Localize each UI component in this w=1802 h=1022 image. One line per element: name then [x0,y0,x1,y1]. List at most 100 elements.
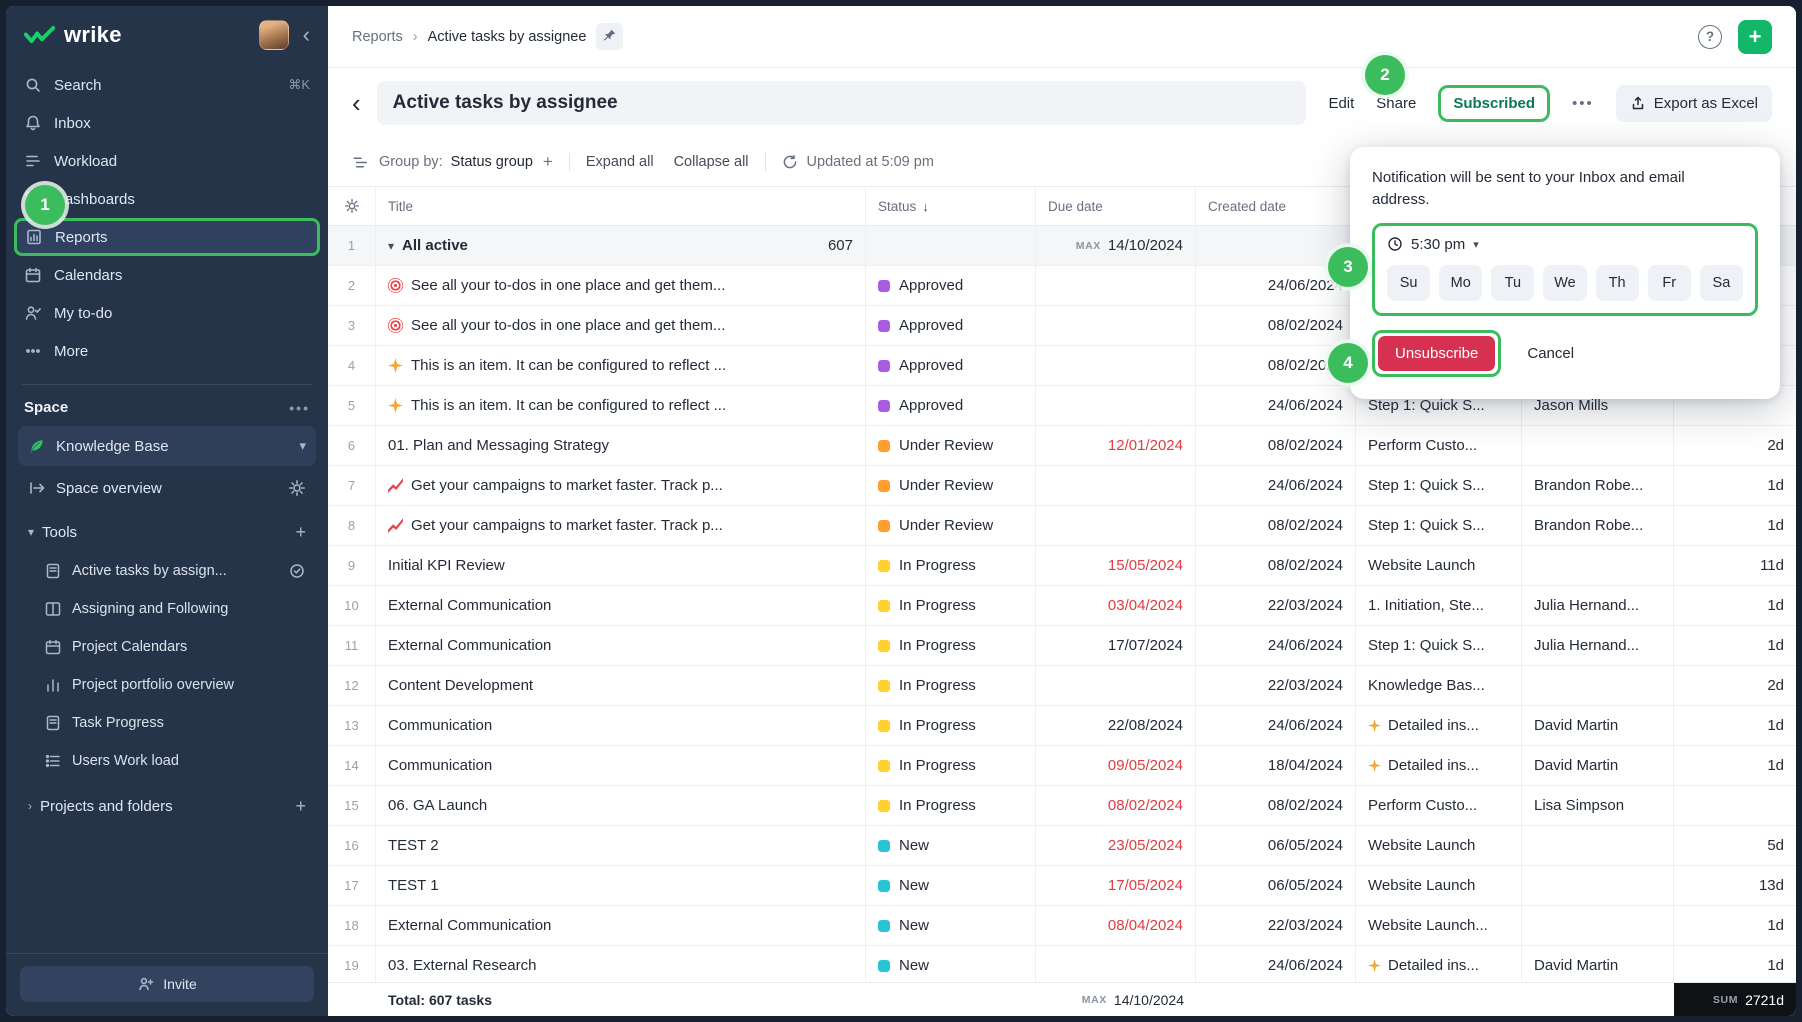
space-more-icon[interactable]: ••• [289,400,310,416]
create-new-button[interactable]: + [1738,20,1772,54]
cell-assignee[interactable]: Julia Hernand... [1522,626,1674,665]
table-row[interactable]: 10 ▾ External Communication In Progress … [328,586,1796,626]
cell-due-date[interactable]: 08/02/2024 [1036,786,1196,825]
table-row[interactable]: 13 ▾ Communication In Progress 22/08/202… [328,706,1796,746]
cell-assignee[interactable] [1522,546,1674,585]
cell-due-date[interactable] [1036,386,1196,425]
tool-item-portfolio-overview[interactable]: Project portfolio overview [18,666,316,704]
table-row[interactable]: 7 ▾ Get your campaigns to market faster.… [328,466,1796,506]
cell-due-date[interactable]: 09/05/2024 [1036,746,1196,785]
tools-section-header[interactable]: ▾ Tools + [18,512,316,552]
cell-due-date[interactable]: 17/05/2024 [1036,866,1196,905]
sidebar-item-inbox[interactable]: Inbox [14,104,320,142]
cell-due-date[interactable]: 15/05/2024 [1036,546,1196,585]
cell-due-date[interactable]: 22/08/2024 [1036,706,1196,745]
cell-due-date[interactable] [1036,266,1196,305]
cell-project[interactable]: Detailed ins... [1356,746,1522,785]
export-excel-button[interactable]: Export as Excel [1616,85,1772,122]
tool-item-active-tasks[interactable]: Active tasks by assign... [18,552,316,590]
cell-status[interactable]: New [866,826,1036,865]
cell-project[interactable]: Website Launch... [1356,906,1522,945]
more-actions-icon[interactable]: ••• [1572,95,1594,112]
column-header-created[interactable]: Created date [1196,187,1356,225]
cell-status[interactable]: Approved [866,266,1036,305]
add-project-icon[interactable]: + [295,796,306,817]
cell-due-date[interactable]: 12/01/2024 [1036,426,1196,465]
day-button-sa[interactable]: Sa [1700,265,1743,301]
table-row[interactable]: 9 ▾ Initial KPI Review In Progress 15/05… [328,546,1796,586]
cell-due-date[interactable] [1036,466,1196,505]
cell-project[interactable]: Step 1: Quick S... [1356,506,1522,545]
day-button-su[interactable]: Su [1387,265,1430,301]
add-tool-icon[interactable]: + [295,522,306,543]
cell-status[interactable]: In Progress [866,706,1036,745]
cell-status[interactable]: Approved [866,346,1036,385]
cell-due-date[interactable]: MAX 14/10/2024 [1036,226,1196,265]
cell-status[interactable]: Approved [866,386,1036,425]
edit-button[interactable]: Edit [1328,95,1354,112]
column-header-due[interactable]: Due date [1036,187,1196,225]
cell-assignee[interactable]: Brandon Robe... [1522,466,1674,505]
report-title-input[interactable]: Active tasks by assignee [377,81,1307,125]
wrike-logo[interactable]: wrike [24,22,122,48]
cell-status[interactable]: New [866,906,1036,945]
cell-project[interactable]: Knowledge Bas... [1356,666,1522,705]
sidebar-item-workload[interactable]: Workload [14,142,320,180]
day-button-we[interactable]: We [1543,265,1586,301]
avatar[interactable] [259,20,289,50]
collapse-all-button[interactable]: Collapse all [674,154,749,170]
cell-project[interactable]: Perform Custo... [1356,786,1522,825]
table-row[interactable]: 11 ▾ External Communication In Progress … [328,626,1796,666]
sidebar-item-my-todo[interactable]: My to-do [14,294,320,332]
cell-due-date[interactable] [1036,506,1196,545]
table-row[interactable]: 17 ▾ TEST 1 New 17/05/2024 06/05/2024 We… [328,866,1796,906]
cell-due-date[interactable]: 03/04/2024 [1036,586,1196,625]
unsubscribe-button[interactable]: Unsubscribe [1378,336,1495,371]
space-settings-gear-icon[interactable] [288,479,306,497]
refresh-icon[interactable] [782,154,798,170]
cell-due-date[interactable]: 23/05/2024 [1036,826,1196,865]
cell-assignee[interactable] [1522,666,1674,705]
cell-due-date[interactable] [1036,666,1196,705]
tool-item-task-progress[interactable]: Task Progress [18,704,316,742]
expand-all-button[interactable]: Expand all [586,154,654,170]
cell-assignee[interactable]: David Martin [1522,946,1674,982]
cell-assignee[interactable]: Brandon Robe... [1522,506,1674,545]
subscribed-button[interactable]: Subscribed [1438,85,1550,122]
chevron-down-icon[interactable]: ▾ [388,239,394,253]
cell-due-date[interactable] [1036,346,1196,385]
cell-assignee[interactable]: David Martin [1522,746,1674,785]
table-row[interactable]: 18 ▾ External Communication New 08/04/20… [328,906,1796,946]
time-selector[interactable]: 5:30 pm ▾ [1387,236,1479,253]
cell-assignee[interactable]: Lisa Simpson [1522,786,1674,825]
cell-project[interactable]: Step 1: Quick S... [1356,626,1522,665]
space-overview-item[interactable]: Space overview [18,468,316,508]
cell-project[interactable]: Website Launch [1356,546,1522,585]
back-icon[interactable]: ‹ [352,90,361,116]
table-row[interactable]: 6 ▾ 01. Plan and Messaging Strategy Unde… [328,426,1796,466]
cell-assignee[interactable] [1522,906,1674,945]
table-row[interactable]: 15 ▾ 06. GA Launch In Progress 08/02/202… [328,786,1796,826]
cell-assignee[interactable]: Julia Hernand... [1522,586,1674,625]
table-row[interactable]: 19 ▾ 03. External Research New 24/06/202… [328,946,1796,982]
cell-status[interactable] [866,226,1036,265]
day-button-th[interactable]: Th [1596,265,1639,301]
cell-due-date[interactable]: 17/07/2024 [1036,626,1196,665]
invite-button[interactable]: Invite [20,966,314,1002]
collapse-sidebar-icon[interactable]: ‹ [299,24,314,46]
cell-status[interactable]: Under Review [866,506,1036,545]
cell-project[interactable]: Step 1: Quick S... [1356,466,1522,505]
projects-and-folders[interactable]: › Projects and folders + [18,786,316,826]
cell-status[interactable]: In Progress [866,666,1036,705]
help-icon[interactable]: ? [1698,25,1722,49]
space-item-knowledge-base[interactable]: Knowledge Base ▾ [18,426,316,466]
cell-status[interactable]: Under Review [866,426,1036,465]
sidebar-item-reports[interactable]: Reports [14,218,320,256]
cell-project[interactable]: Detailed ins... [1356,946,1522,982]
cell-assignee[interactable] [1522,426,1674,465]
cell-status[interactable]: New [866,946,1036,982]
cell-due-date[interactable] [1036,946,1196,982]
breadcrumb-reports[interactable]: Reports [352,29,403,45]
cancel-button[interactable]: Cancel [1527,345,1574,362]
pin-icon[interactable] [596,23,623,50]
